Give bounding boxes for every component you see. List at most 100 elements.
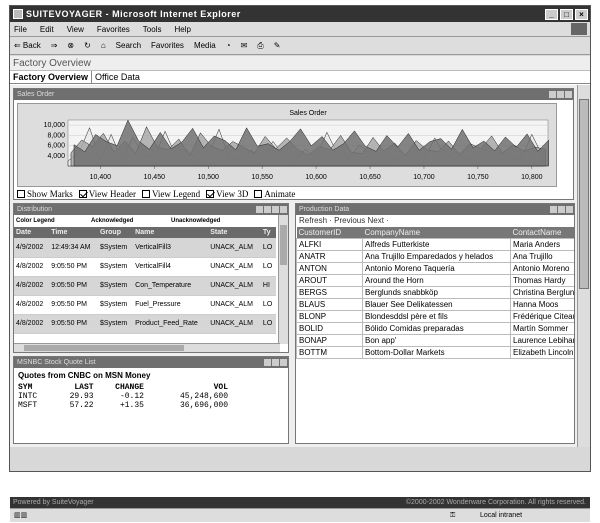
favorites-button[interactable]: Favorites [151,41,184,50]
media-button[interactable]: Media [194,41,216,50]
column-header[interactable]: State [208,227,261,238]
table-row[interactable]: BLAUS Blauer See Delikatessen Hanna Moos [296,298,574,311]
chart-option[interactable]: View 3D [206,189,248,199]
table-cell: UNACK_ALM [208,257,261,277]
home-icon[interactable]: ⌂ [101,41,106,50]
checkbox[interactable] [141,190,150,198]
forward-button[interactable]: ⇒ [51,41,58,50]
menu-help[interactable]: Help [174,25,190,34]
edit-icon[interactable] [264,359,271,366]
table-row[interactable]: 4/9/2002 12:49:34 AM $System VerticalFill3 U… [14,238,276,258]
table-cell: VerticalFill4 [133,257,209,277]
table-row[interactable]: BERGS Berglunds snabbköp Christina Berglun… [296,286,574,299]
table-cell: 4/9/2002 [14,238,50,258]
table-row[interactable]: BOLID Bólido Comidas preparadas Martín Som… [296,322,574,335]
table-row[interactable]: BLONP Blondesddsl père et fils Frédérique … [296,310,574,323]
tab-factory-overview[interactable]: Factory Overview [10,71,93,83]
tab-office-data[interactable]: Office Data [92,71,143,83]
settings-icon[interactable] [550,206,557,213]
table-cell: 9:05:50 PM [49,295,98,315]
table-cell: Alfreds Futterkiste [362,238,511,251]
menu-view[interactable]: View [67,25,84,34]
minimize-icon[interactable] [272,206,279,213]
settings-icon[interactable] [264,206,271,213]
sales-order-panel: Sales Order Sales Order 10,000 8,000 6,000 4… [13,88,574,200]
panel-title: MSNBC Stock Quote List [17,359,96,366]
close-icon[interactable] [280,359,287,366]
column-header[interactable]: ContactName [510,227,574,239]
refresh-icon[interactable]: ↻ [84,41,91,50]
next-link[interactable]: Next [367,216,383,225]
column-header[interactable]: Time [49,227,98,238]
checkbox[interactable] [206,190,215,198]
table-cell: Frédérique Citeaux [510,310,574,323]
maximize-button[interactable]: □ [560,8,573,20]
back-button[interactable]: ⇐ Back [14,41,41,50]
table-cell: Product_Feed_Rate [133,314,209,334]
stop-icon[interactable]: ⊗ [67,41,74,50]
settings-icon[interactable] [549,91,556,98]
column-header[interactable]: Name [133,227,209,238]
table-row[interactable]: ALFKI Alfreds Futterkiste Maria Anders [296,238,574,251]
table-cell: ANATR [296,250,363,263]
menu-tools[interactable]: Tools [143,25,162,34]
refresh-link[interactable]: Refresh [299,216,327,225]
history-icon[interactable]: ◔ [226,41,231,50]
table-row[interactable]: 4/8/2002 9:05:50 PM $System Product_Feed_Ra… [14,314,276,334]
table-cell: VerticalFill3 [133,238,209,258]
horizontal-scrollbar[interactable] [14,343,280,352]
close-button[interactable]: × [575,8,588,20]
production-data-panel: Production Data Refresh · Previous Next … [295,203,575,444]
menu-favorites[interactable]: Favorites [97,25,130,34]
stock-heading: Quotes from CNBC on MSN Money [18,371,151,380]
table-row[interactable]: ANATR Ana Trujillo Emparedados y helados A… [296,250,574,263]
column-header[interactable]: CustomerID [296,227,363,239]
vertical-scrollbar[interactable] [278,215,288,344]
column-header[interactable]: CompanyName [362,227,511,239]
close-icon[interactable] [565,91,572,98]
table-cell: AROUT [296,274,363,287]
table-row[interactable]: AROUT Around the Horn Thomas Hardy [296,274,574,287]
scroll-thumb[interactable] [579,99,589,289]
table-row[interactable]: ANTON Antonio Moreno Taquería Antonio More… [296,262,574,275]
checkbox[interactable] [17,190,25,198]
menu-edit[interactable]: Edit [40,25,54,34]
checkbox[interactable] [78,190,87,198]
table-cell: 4/8/2002 [14,257,50,277]
panel-header: MSNBC Stock Quote List [14,357,288,368]
chart-option[interactable]: View Legend [141,189,200,199]
powered-by: Powered by SuiteVoyager [13,499,94,506]
panel-title: Sales Order [17,91,55,98]
minimize-button[interactable]: _ [545,8,558,20]
print-icon[interactable]: ⎙ [257,41,263,51]
minimize-icon[interactable] [558,206,565,213]
mail-icon[interactable]: ✉ [241,41,248,50]
table-cell: LO [260,257,276,277]
menu-file[interactable]: File [14,25,27,34]
minimize-icon[interactable] [272,359,279,366]
customer-table: CustomerID CompanyName ContactName ALFKI Alf… [296,227,574,359]
edit-icon[interactable]: ✎ [274,41,281,50]
edit-icon[interactable] [256,206,263,213]
chart-option[interactable]: View Header [78,189,136,199]
table-row[interactable]: 4/8/2002 9:05:50 PM $System VerticalFill4 UN… [14,257,276,277]
close-icon[interactable] [566,206,573,213]
page-scrollbar[interactable] [577,85,590,447]
table-row[interactable]: BONAP Bon app' Laurence Lebihan [296,334,574,347]
table-row[interactable]: 4/8/2002 9:05:50 PM $System Fuel_Pressure UN… [14,295,276,315]
column-header[interactable]: Ty [260,227,276,238]
previous-link[interactable]: Previous [334,216,365,225]
checkbox[interactable] [254,190,263,198]
close-icon[interactable] [280,206,287,213]
column-header[interactable]: Date [14,227,50,238]
chart-option[interactable]: Animate [254,189,295,199]
column-header[interactable]: Group [97,227,134,238]
minimize-icon[interactable] [557,91,564,98]
distribution-panel: Distribution Color Legend Acknowledged U… [13,203,289,353]
table-cell: Antonio Moreno [510,262,574,275]
table-cell: $System [97,257,134,277]
search-button[interactable]: Search [116,41,141,50]
table-row[interactable]: BOTTM Bottom-Dollar Markets Elizabeth Linc… [296,346,574,359]
table-row[interactable]: 4/8/2002 9:05:50 PM $System Con_Temperature… [14,276,276,296]
chart-option[interactable]: Show Marks [17,189,73,199]
